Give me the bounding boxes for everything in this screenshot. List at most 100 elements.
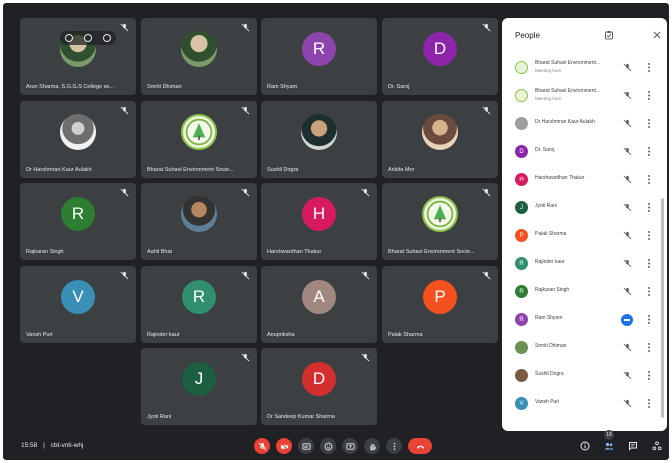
more-options-icon[interactable] — [646, 202, 652, 213]
side-panel-controls: 18 — [577, 430, 665, 454]
participant-list-name: Sushil Dogra — [535, 371, 564, 377]
bottom-control-bar: 15:58 | cbt-vnti-whj 18 — [3, 430, 669, 460]
meeting-window: Arun Sharma, S.G.G.S College se... Smrit… — [3, 3, 669, 460]
raise-hand-button[interactable] — [364, 438, 380, 454]
participant-photo — [422, 113, 458, 150]
more-options-icon[interactable] — [646, 118, 652, 129]
avatar: H — [302, 196, 336, 231]
participant-tile[interactable]: R Rajinder kaur — [141, 266, 257, 343]
more-options-icon[interactable] — [646, 398, 652, 409]
participant-list-item[interactable]: Dr Harshmran Kaur Aulakh — [502, 110, 667, 138]
people-panel-header: People — [502, 18, 667, 56]
participant-list-item[interactable]: D Dr. Saroj — [502, 138, 667, 166]
participant-list-item[interactable]: Sushil Dogra — [502, 362, 667, 390]
participant-tile[interactable]: Ankita Mor — [382, 101, 498, 178]
more-options-icon[interactable] — [646, 370, 652, 381]
chat-button[interactable] — [625, 438, 641, 454]
participant-list-item[interactable]: Bharat Suhavi Environment... Meeting hos… — [502, 82, 667, 110]
present-button[interactable] — [342, 438, 358, 454]
participant-list-item[interactable]: R Ram Shyam — [502, 306, 667, 334]
participant-tile[interactable]: D Dr Sandeep Kumar Sharma — [261, 348, 377, 425]
mute-icon[interactable] — [83, 34, 92, 42]
participant-list-item[interactable]: Smriti Dhiman — [502, 334, 667, 362]
participant-list-item[interactable]: R Rajkaran Singh — [502, 278, 667, 306]
reactions-button[interactable] — [320, 438, 336, 454]
organization-logo — [422, 195, 458, 232]
participant-tile[interactable]: R Ram Shyam — [261, 18, 377, 95]
participant-tile[interactable]: H Harshwardhan Thakur — [261, 183, 377, 260]
microphone-button[interactable] — [254, 438, 270, 454]
participant-tile[interactable]: R Rajkaran Singh — [20, 183, 136, 260]
participant-list-item[interactable]: R Rajinder kaur — [502, 250, 667, 278]
camera-button[interactable] — [276, 438, 292, 454]
participant-name: Sushil Dogra — [267, 167, 299, 173]
participant-tile[interactable]: Dr Harshmran Kaur Aulakh — [20, 101, 136, 178]
pin-icon[interactable] — [65, 34, 74, 42]
participant-name: Palak Sharma — [388, 332, 423, 338]
leave-call-button[interactable] — [408, 438, 432, 454]
close-icon[interactable] — [652, 30, 662, 40]
more-vert-icon — [393, 442, 395, 450]
people-list-scrollbar[interactable] — [661, 198, 664, 418]
mic-off-icon — [623, 259, 632, 268]
participant-tile[interactable]: A Anupriksha — [261, 266, 377, 343]
participant-name: Harshwardhan Thakur — [267, 249, 322, 255]
mic-off-icon — [623, 175, 632, 184]
participant-list-name: Bharat Suhavi Environment... — [535, 60, 601, 66]
participant-list-item[interactable]: V Vansh Puri — [502, 390, 667, 418]
organization-logo — [515, 89, 528, 102]
participant-name: Arun Sharma, S.G.G.S College se... — [26, 84, 115, 90]
avatar: R — [515, 285, 528, 298]
participant-photo — [515, 369, 528, 382]
meeting-details-button[interactable] — [577, 438, 593, 454]
mic-off-icon — [623, 399, 632, 408]
participant-tile[interactable]: P Palak Sharma — [382, 266, 498, 343]
participant-name: Dr Sandeep Kumar Sharma — [267, 414, 335, 420]
more-options-icon[interactable] — [646, 62, 652, 73]
mic-off-icon — [120, 188, 129, 197]
participant-photo — [515, 117, 528, 130]
avatar: R — [302, 31, 336, 66]
participant-tile[interactable]: Bharat Suhavi Environment Socie... — [382, 183, 498, 260]
more-options-icon[interactable] — [646, 90, 652, 101]
mic-off-icon — [241, 23, 250, 32]
more-options-icon[interactable] — [646, 286, 652, 297]
participant-tile[interactable]: Aahil Bhat — [141, 183, 257, 260]
more-options-icon[interactable] — [646, 342, 652, 353]
raise-hand-icon — [369, 443, 376, 450]
meeting-code: cbt-vnti-whj — [50, 442, 84, 449]
more-options-icon[interactable] — [646, 174, 652, 185]
participant-tile[interactable]: Arun Sharma, S.G.G.S College se... — [20, 18, 136, 95]
activities-button[interactable] — [649, 438, 665, 454]
more-options-button[interactable] — [386, 438, 402, 454]
people-button[interactable]: 18 — [601, 430, 617, 454]
participant-list-item[interactable]: J Jyoti Rani — [502, 194, 667, 222]
captions-button[interactable] — [298, 438, 314, 454]
participant-list-name: Harshwardhan Thakur — [535, 175, 585, 181]
avatar: R — [182, 279, 216, 314]
participant-list-item[interactable]: Bharat Suhavi Environment... Meeting hos… — [502, 54, 667, 82]
participant-tile[interactable]: V Vansh Puri — [20, 266, 136, 343]
mic-off-icon — [623, 63, 632, 72]
participant-tile[interactable]: J Jyoti Rani — [141, 348, 257, 425]
more-options-icon[interactable] — [646, 146, 652, 157]
more-icon[interactable] — [102, 34, 111, 42]
tile-hover-controls[interactable] — [60, 31, 116, 45]
avatar: P — [423, 279, 457, 314]
participant-tile[interactable]: D Dr. Saroj — [382, 18, 498, 95]
mic-off-icon — [120, 271, 129, 280]
participant-tile[interactable]: Bharat Suhavi Environment Socie... — [141, 101, 257, 178]
participant-tile[interactable]: Sushil Dogra — [261, 101, 377, 178]
participant-list-item[interactable]: P Palak Sharma — [502, 222, 667, 250]
participant-name: Aahil Bhat — [147, 249, 173, 255]
more-options-icon[interactable] — [646, 258, 652, 269]
avatar: H — [515, 173, 528, 186]
participant-list-name: Dr Harshmran Kaur Aulakh — [535, 119, 595, 125]
avatar: V — [515, 397, 528, 410]
more-options-icon[interactable] — [646, 314, 652, 325]
more-options-icon[interactable] — [646, 230, 652, 241]
host-controls-icon[interactable] — [604, 30, 614, 40]
participant-tile[interactable]: Smriti Dhiman — [141, 18, 257, 95]
participant-list-item[interactable]: H Harshwardhan Thakur — [502, 166, 667, 194]
participant-photo — [301, 113, 337, 150]
